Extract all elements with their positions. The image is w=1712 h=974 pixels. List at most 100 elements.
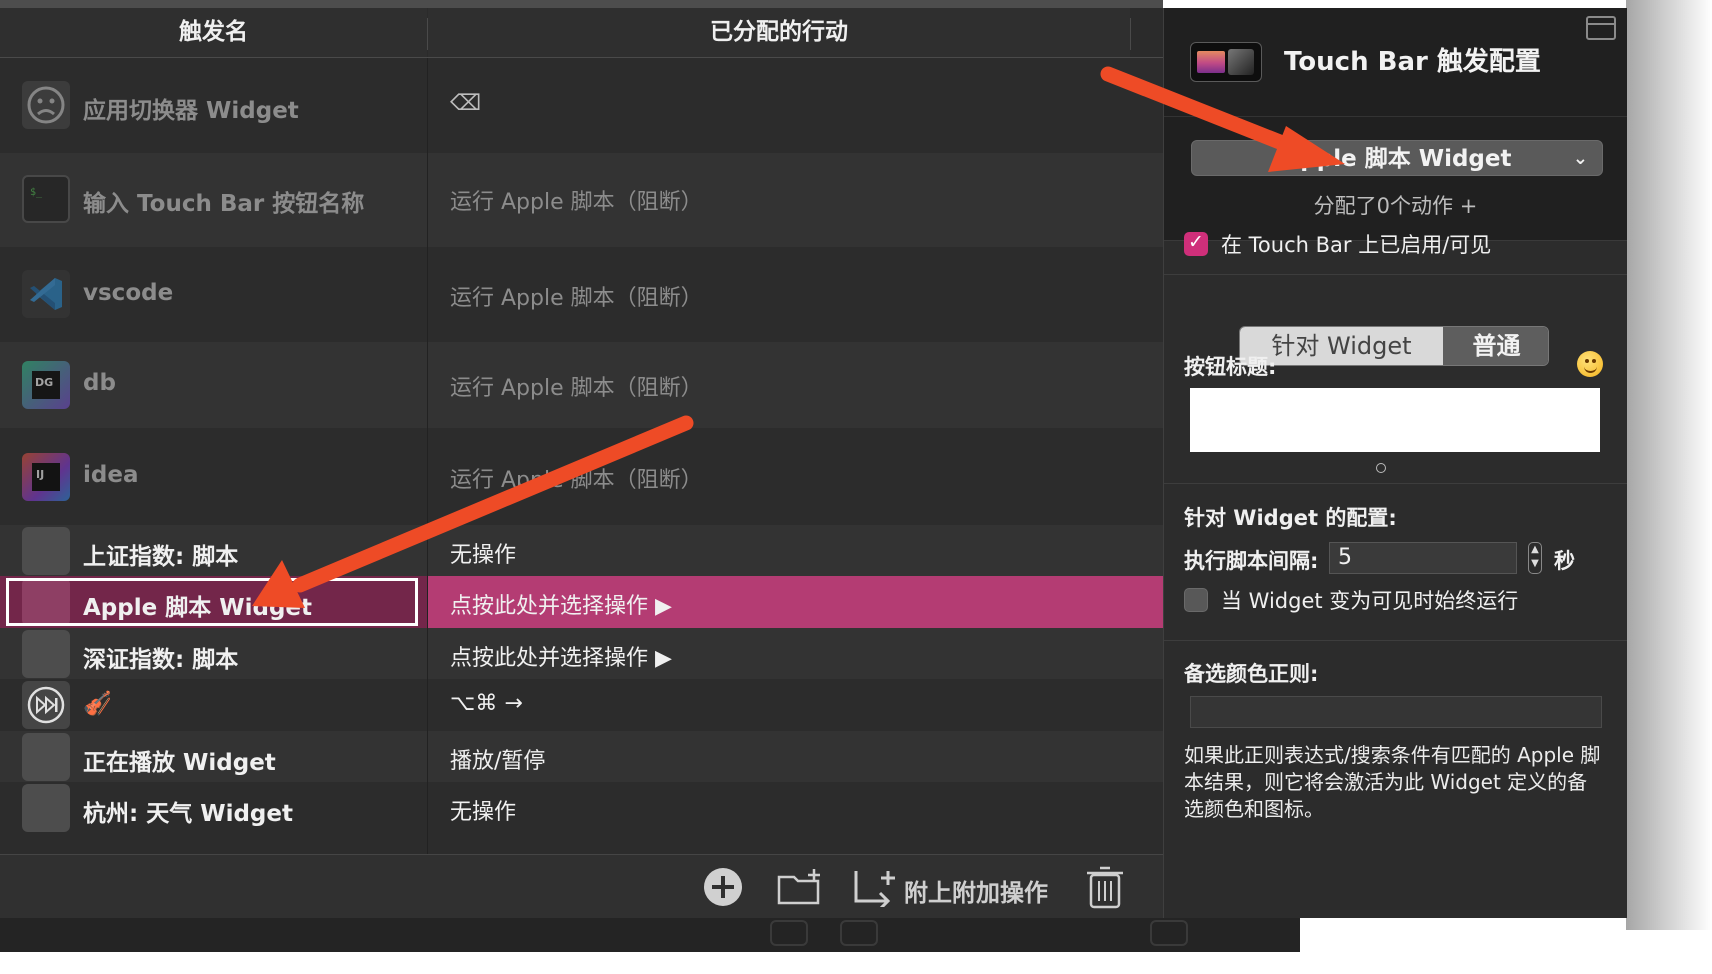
- touch-bar-icon: [1190, 42, 1262, 82]
- table-row[interactable]: Apple 脚本 Widget 点按此处并选择操作 ▶: [0, 576, 1163, 628]
- assigned-actions-link[interactable]: 分配了0个动作 +: [1164, 190, 1627, 220]
- table-row[interactable]: IJ idea 运行 Apple 脚本（阻断）: [0, 428, 1163, 525]
- attach-action-label[interactable]: 附上附加操作: [904, 873, 1048, 908]
- trigger-cell[interactable]: vscode: [0, 247, 428, 342]
- table-row[interactable]: 深证指数: 脚本 点按此处并选择操作 ▶: [0, 628, 1163, 679]
- panel-header: Touch Bar 触发配置 Apple 脚本 Widget ⌄ 分配了0个动作…: [1164, 8, 1627, 241]
- sad-face-icon: [22, 81, 70, 129]
- svg-text:DG: DG: [35, 376, 53, 389]
- action-cell[interactable]: 运行 Apple 脚本（阻断）: [428, 247, 1163, 342]
- blank-icon: [22, 630, 70, 678]
- action-text: 运行 Apple 脚本（阻断）: [450, 468, 703, 493]
- trigger-cell[interactable]: $_ 输入 Touch Bar 按钮名称: [0, 153, 428, 247]
- script-interval-label: 执行脚本间隔:: [1184, 549, 1319, 573]
- divider: [1164, 483, 1627, 484]
- trigger-name: 应用切换器 Widget: [83, 98, 299, 124]
- widget-type-value: Apple 脚本 Widget: [1282, 146, 1512, 172]
- trigger-cell[interactable]: IJ idea: [0, 428, 428, 525]
- action-text: 运行 Apple 脚本（阻断）: [450, 376, 703, 401]
- trigger-cell[interactable]: 正在播放 Widget: [0, 731, 428, 782]
- detach-window-icon[interactable]: [1586, 16, 1616, 40]
- table-row[interactable]: 🎻 ⌥⌘ →: [0, 679, 1163, 731]
- table-row[interactable]: 上证指数: 脚本 无操作: [0, 525, 1163, 576]
- chevron-down-icon: ⌄: [1572, 148, 1588, 169]
- trigger-cell[interactable]: 深证指数: 脚本: [0, 628, 428, 679]
- alt-color-regex-input[interactable]: [1190, 696, 1602, 728]
- action-cell[interactable]: 点按此处并选择操作 ▶: [428, 576, 1163, 628]
- trigger-name: idea: [83, 462, 139, 488]
- delete-trigger-button[interactable]: [1086, 865, 1124, 913]
- trigger-name: 深证指数: 脚本: [83, 647, 239, 673]
- table-row[interactable]: vscode 运行 Apple 脚本（阻断）: [0, 247, 1163, 342]
- blank-icon: [22, 784, 70, 832]
- action-cell[interactable]: ⌫: [428, 58, 1163, 153]
- tab-general-config[interactable]: 普通: [1443, 327, 1548, 365]
- add-trigger-button[interactable]: [702, 866, 744, 912]
- action-cell[interactable]: 无操作: [428, 782, 1163, 854]
- trigger-cell[interactable]: 🎻: [0, 679, 428, 731]
- vscode-icon: [22, 270, 70, 318]
- plus-circle-icon: [704, 868, 742, 906]
- always-run-checkbox[interactable]: [1184, 588, 1208, 612]
- background-circle-icon: [770, 920, 808, 946]
- background-window-edge: [0, 912, 1300, 952]
- action-text: 点按此处并选择操作 ▶: [450, 646, 672, 671]
- trigger-cell[interactable]: Apple 脚本 Widget: [0, 576, 428, 628]
- trash-icon: [1087, 866, 1123, 909]
- column-header-assigned-action[interactable]: 已分配的行动: [428, 8, 1130, 57]
- action-cell[interactable]: 无操作: [428, 525, 1163, 576]
- interval-unit: 秒: [1554, 549, 1575, 573]
- action-text: 无操作: [450, 800, 517, 825]
- datagrip-icon: DG: [22, 361, 70, 409]
- trigger-name: 输入 Touch Bar 按钮名称: [83, 191, 365, 217]
- action-cell[interactable]: 运行 Apple 脚本（阻断）: [428, 428, 1163, 525]
- table-row[interactable]: $_ 输入 Touch Bar 按钮名称 运行 Apple 脚本（阻断）: [0, 153, 1163, 247]
- enabled-checkbox[interactable]: [1184, 231, 1208, 256]
- trigger-name: 杭州: 天气 Widget: [83, 801, 293, 827]
- column-divider[interactable]: [427, 18, 428, 50]
- emoji-picker-icon[interactable]: [1577, 351, 1603, 377]
- window-shadow: [1626, 0, 1712, 930]
- new-folder-icon: [777, 869, 820, 905]
- table-row[interactable]: DG db 运行 Apple 脚本（阻断）: [0, 342, 1163, 428]
- action-cell[interactable]: 运行 Apple 脚本（阻断）: [428, 342, 1163, 428]
- config-mode-segmented-control: 针对 Widget 普通: [1239, 326, 1549, 366]
- terminal-icon: $_: [22, 175, 70, 223]
- alt-color-regex-label: 备选颜色正则:: [1184, 662, 1319, 686]
- panel-title: Touch Bar 触发配置: [1284, 47, 1541, 77]
- resize-handle[interactable]: [1376, 463, 1386, 473]
- trigger-rows: 应用切换器 Widget ⌫ $_ 输入 Touch Bar 按钮名称 运行 A…: [0, 58, 1163, 854]
- background-folder-icon: [840, 920, 878, 946]
- attach-action-button[interactable]: [852, 867, 900, 911]
- widget-type-select[interactable]: Apple 脚本 Widget ⌄: [1191, 140, 1603, 176]
- button-title-label: 按钮标题:: [1184, 355, 1277, 379]
- trigger-name: 上证指数: 脚本: [83, 544, 239, 570]
- enabled-label: 在 Touch Bar 上已启用/可见: [1221, 233, 1492, 257]
- table-row[interactable]: 应用切换器 Widget ⌫: [0, 58, 1163, 153]
- action-text: 点按此处并选择操作 ▶: [450, 594, 672, 619]
- table-row[interactable]: 正在播放 Widget 播放/暂停: [0, 731, 1163, 782]
- action-text: 运行 Apple 脚本（阻断）: [450, 286, 703, 311]
- alt-color-help-text: 如果此正则表达式/搜索条件有匹配的 Apple 脚本结果，则它将会激活为此 Wi…: [1184, 743, 1601, 821]
- trigger-cell[interactable]: 应用切换器 Widget: [0, 58, 428, 153]
- action-cell[interactable]: ⌥⌘ →: [428, 679, 1163, 731]
- button-title-input[interactable]: [1190, 388, 1600, 452]
- action-cell[interactable]: 播放/暂停: [428, 731, 1163, 782]
- trigger-cell[interactable]: 杭州: 天气 Widget: [0, 782, 428, 854]
- action-text: 播放/暂停: [450, 749, 546, 774]
- trigger-cell[interactable]: DG db: [0, 342, 428, 428]
- interval-stepper[interactable]: ▲ ▼: [1528, 542, 1542, 574]
- action-cell[interactable]: 运行 Apple 脚本（阻断）: [428, 153, 1163, 247]
- intellij-icon: IJ: [22, 453, 70, 501]
- column-divider[interactable]: [1130, 18, 1131, 50]
- svg-text:IJ: IJ: [36, 468, 44, 481]
- action-text: 运行 Apple 脚本（阻断）: [450, 190, 703, 215]
- script-interval-input[interactable]: 5: [1329, 542, 1517, 574]
- trigger-name: 🎻: [83, 691, 112, 717]
- column-header-trigger-name[interactable]: 触发名: [0, 8, 427, 57]
- table-row[interactable]: 杭州: 天气 Widget 无操作: [0, 782, 1163, 854]
- action-cell[interactable]: 点按此处并选择操作 ▶: [428, 628, 1163, 679]
- add-folder-button[interactable]: [776, 867, 824, 911]
- trigger-cell[interactable]: 上证指数: 脚本: [0, 525, 428, 576]
- attach-arrow-icon: [854, 871, 895, 911]
